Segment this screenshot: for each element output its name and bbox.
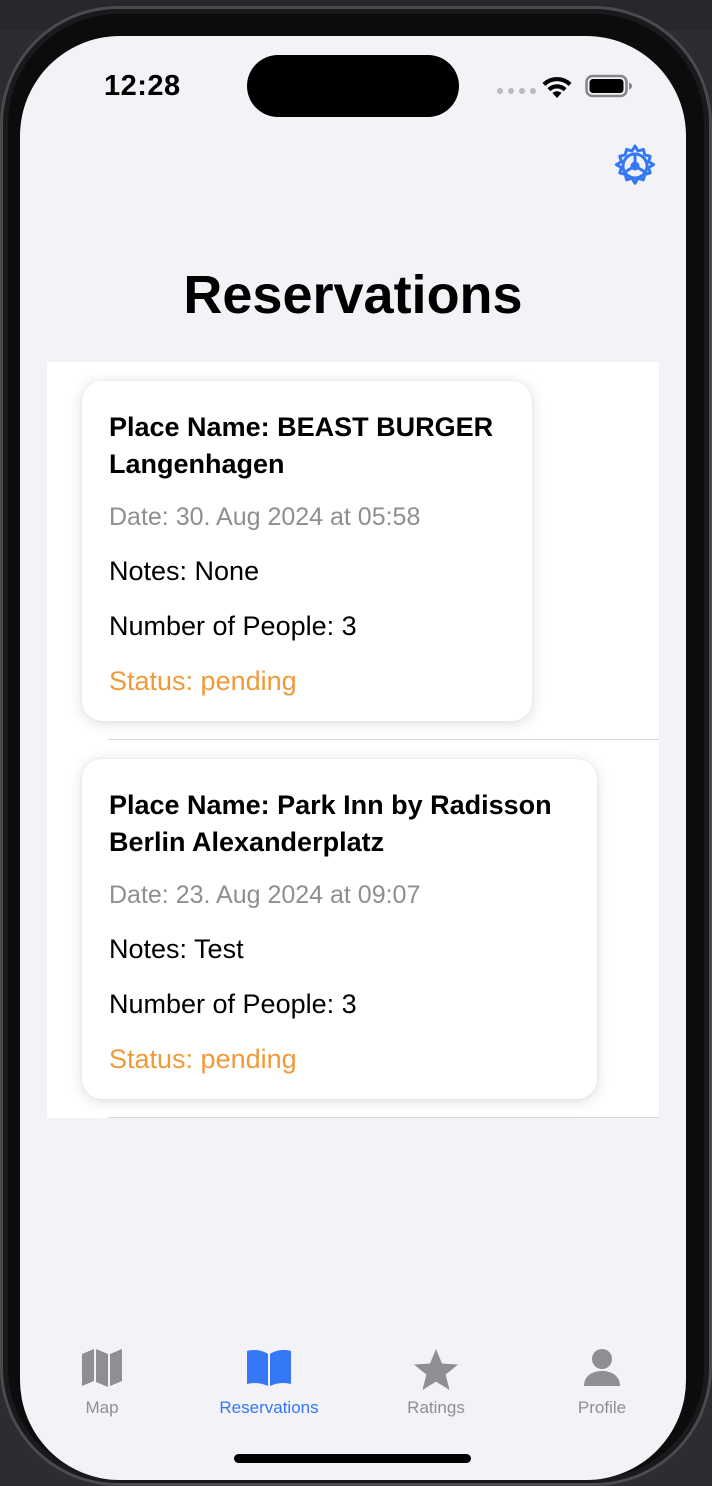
reservation-card[interactable]: Place Name: Park Inn by Radisson Berlin … (82, 759, 597, 1099)
device-frame: 12:28 Reservations Place Name: BEAST BUR… (0, 6, 712, 1486)
home-indicator (234, 1454, 471, 1463)
wifi-icon (542, 76, 572, 98)
tab-label: Map (85, 1398, 119, 1417)
tab-ratings[interactable]: Ratings (366, 1340, 506, 1430)
battery-icon (585, 74, 632, 98)
status-badge: Status: pending (109, 666, 297, 696)
tab-reservations[interactable]: Reservations (199, 1340, 339, 1430)
tab-bar: Map Reservations Ratings Profile (20, 1340, 686, 1430)
number-of-people: Number of People: 3 (109, 611, 357, 641)
tab-label: Ratings (407, 1398, 465, 1417)
reservation-date: Date: 30. Aug 2024 at 05:58 (109, 503, 421, 531)
tab-map[interactable]: Map (32, 1340, 172, 1430)
map-icon (82, 1349, 122, 1387)
star-icon (414, 1349, 458, 1390)
reservation-notes: Notes: Test (109, 934, 244, 964)
place-name: Place Name: Park Inn by Radisson Berlin … (109, 790, 552, 857)
place-name: Place Name: BEAST BURGER Langenhagen (109, 412, 494, 479)
cellular-signal-icon (497, 88, 536, 94)
book-icon (247, 1350, 291, 1386)
reservation-notes: Notes: None (109, 556, 260, 586)
app-screen: 12:28 Reservations Place Name: BEAST BUR… (20, 36, 686, 1480)
person-icon (584, 1349, 620, 1386)
dynamic-island (247, 55, 459, 117)
reservation-date: Date: 23. Aug 2024 at 09:07 (109, 881, 421, 909)
row-divider (108, 739, 659, 740)
page-title: Reservations (183, 265, 523, 325)
status-time: 12:28 (104, 70, 181, 102)
number-of-people: Number of People: 3 (109, 989, 357, 1019)
gear-icon[interactable] (612, 143, 658, 189)
row-divider (108, 1117, 659, 1118)
reservation-card[interactable]: Place Name: BEAST BURGER Langenhagen Dat… (82, 381, 532, 721)
tab-label: Profile (577, 1398, 627, 1417)
tab-label: Reservations (219, 1398, 319, 1417)
tab-profile[interactable]: Profile (532, 1340, 672, 1430)
status-badge: Status: pending (109, 1044, 297, 1074)
